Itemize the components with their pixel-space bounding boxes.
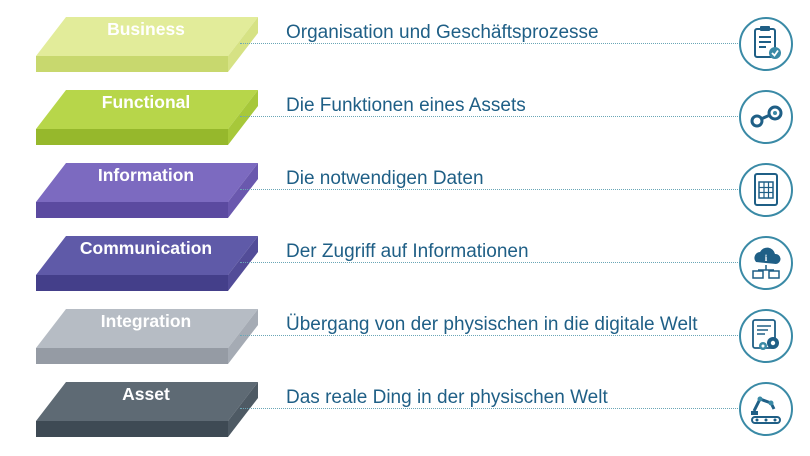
layer-label: Functional	[101, 92, 191, 112]
layer-label: Integration	[100, 311, 192, 331]
layer-block-functional: Functional	[36, 85, 258, 145]
layer-label: Communication	[79, 238, 213, 258]
layer-description: Organisation und Geschäftsprozesse	[286, 22, 599, 43]
layer-label: Asset	[122, 384, 170, 404]
layer-description: Die notwendigen Daten	[286, 168, 484, 189]
layer-description: Die Funktionen eines Assets	[286, 95, 526, 116]
layer-block-communication: Communication	[36, 231, 258, 291]
layer-label: Information	[97, 165, 195, 185]
layer-label: Business	[107, 19, 185, 39]
layer-row-communication: Communication Der Zugriff auf Informatio…	[0, 231, 810, 304]
layer-row-asset: Asset Das reale Ding in der physischen W…	[0, 377, 810, 450]
layer-row-functional: Functional Die Funktionen eines Assets	[0, 85, 810, 158]
layer-block-asset: Asset	[36, 377, 258, 437]
data-gears-icon	[738, 308, 794, 364]
layer-block-information: Information	[36, 158, 258, 218]
layer-description: Übergang von der physischen in die digit…	[286, 314, 698, 335]
layer-description: Das reale Ding in der physischen Welt	[286, 387, 608, 408]
layer-block-integration: Integration	[36, 304, 258, 364]
layer-row-business: Business Organisation und Geschäftsproze…	[0, 12, 810, 85]
layer-row-integration: Integration Übergang von der physischen …	[0, 304, 810, 377]
robot-conveyor-icon	[738, 381, 794, 437]
layer-block-business: Business	[36, 12, 258, 72]
layer-row-information: Information Die notwendigen Daten	[0, 158, 810, 231]
layer-description: Der Zugriff auf Informationen	[286, 241, 529, 262]
steam-pipes-icon	[738, 89, 794, 145]
clipboard-check-icon	[738, 16, 794, 72]
spreadsheet-document-icon	[738, 162, 794, 218]
cloud-network-icon: i	[738, 235, 794, 291]
